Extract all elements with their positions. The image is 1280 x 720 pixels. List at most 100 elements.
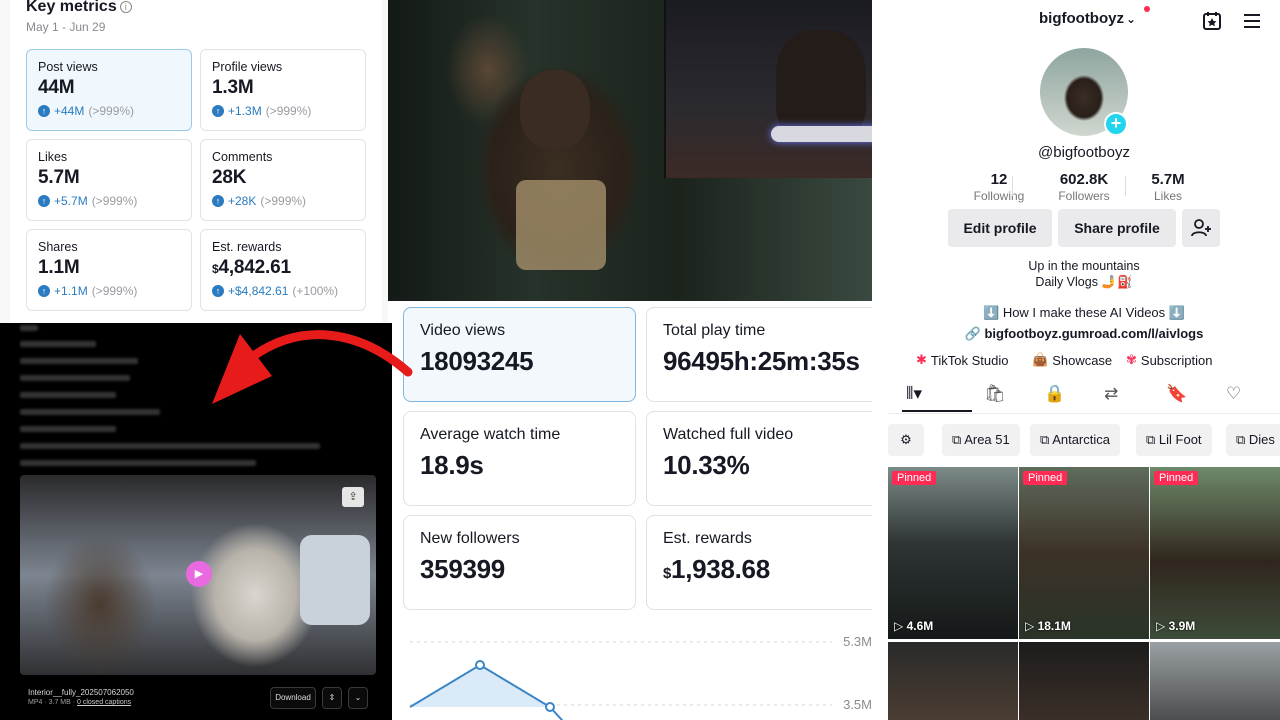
info-icon[interactable]: i <box>119 1 132 13</box>
metric-card-shares[interactable]: Shares 1.1M ↑ +1.1M (>999%) <box>26 229 192 311</box>
metric-card-likes[interactable]: Likes 5.7M ↑ +5.7M (>999%) <box>26 139 192 221</box>
videos-grid-icon[interactable]: ⦀▾ <box>906 384 922 404</box>
favorites-icon[interactable]: 🔖 <box>1166 384 1187 404</box>
collection-chip-lil-foot[interactable]: ⧉ Lil Foot <box>1136 424 1212 456</box>
video-thumbnail[interactable] <box>1019 642 1149 720</box>
stat-label: Followers <box>1058 189 1110 203</box>
arrow-up-icon: ↑ <box>212 195 224 207</box>
metric-delta: ↑ +28K (>999%) <box>212 194 354 208</box>
stat-value: 96495h:25m:35s <box>663 346 860 376</box>
edit-profile-button[interactable]: Edit profile <box>948 209 1052 247</box>
play-icon[interactable]: ▶ <box>186 561 212 587</box>
video-view-count: 3.9M <box>1156 619 1196 633</box>
metric-card-profile-views[interactable]: Profile views 1.3M ↑ +1.3M (>999%) <box>200 49 366 131</box>
collection-chip-area-51[interactable]: ⧉ Area 51 <box>942 424 1020 456</box>
blurred-text <box>20 375 130 381</box>
bio-link[interactable]: 🔗 bigfootboyz.gumroad.com/l/aivlogs <box>872 326 1280 342</box>
metric-card-post-views[interactable]: Post views 44M ↑ +44M (>999%) <box>26 49 192 131</box>
metric-label: Post views <box>38 60 98 74</box>
stat-value: 359399 <box>420 554 505 584</box>
captions-link[interactable]: 0 closed captions <box>77 699 131 706</box>
subscription-link[interactable]: ✾ Subscription <box>1126 352 1212 368</box>
stat-label: Total play time <box>663 322 766 339</box>
add-friend-icon[interactable] <box>1182 209 1220 247</box>
trend-area <box>410 665 550 707</box>
sort-icon[interactable]: ⇕ <box>322 687 342 709</box>
video-thumbnail[interactable]: Pinned 4.6M <box>888 467 1018 639</box>
bigfoot-face <box>520 70 590 150</box>
video-preview[interactable]: ▶ ⇪ <box>20 475 376 675</box>
stat-number: 5.7M <box>1151 171 1185 188</box>
download-button[interactable]: Download <box>270 687 316 709</box>
active-tab-indicator <box>902 410 972 412</box>
helicopter-window <box>300 535 370 625</box>
axis-tick: 3.5M <box>843 697 872 712</box>
add-story-icon[interactable]: + <box>1104 112 1128 136</box>
arrow-up-icon: ↑ <box>212 285 224 297</box>
metric-value: 44M <box>38 77 75 98</box>
stat-label: Following <box>973 189 1025 203</box>
chevron-down-icon: ⌄ <box>1125 12 1137 26</box>
metric-label: Likes <box>38 150 68 164</box>
stat-followers[interactable]: 602.8K Followers <box>1039 171 1129 203</box>
studio-icon: ✱ <box>916 352 927 367</box>
lock-icon[interactable]: 🔒 <box>1044 384 1065 404</box>
metric-card-comments[interactable]: Comments 28K ↑ +28K (>999%) <box>200 139 366 221</box>
pinned-badge: Pinned <box>892 471 937 485</box>
metric-delta: ↑ +44M (>999%) <box>38 104 180 118</box>
stat-card-new-followers[interactable]: New followers 359399 <box>403 515 636 610</box>
link-icon: 🔗 <box>964 326 981 341</box>
metric-value: 1.3M <box>212 77 254 98</box>
bio-line: ⬇️ How I make these AI Videos ⬇️ <box>983 305 1185 320</box>
menu-icon[interactable] <box>1241 10 1263 32</box>
liked-icon[interactable]: ♡ <box>1226 384 1241 404</box>
stat-following[interactable]: 12 Following <box>954 171 1044 203</box>
share-profile-button[interactable]: Share profile <box>1058 209 1176 247</box>
showcase-link[interactable]: 👜 Showcase <box>1032 352 1112 368</box>
creator-tools-icon[interactable] <box>1201 10 1223 32</box>
stat-label: Likes <box>1153 189 1182 203</box>
add-friend-glyph <box>1191 219 1211 237</box>
bio-line: Up in the mountains <box>1028 259 1140 273</box>
stat-likes[interactable]: 5.7M Likes <box>1123 171 1213 203</box>
chevron-down-icon[interactable]: ⌄ <box>348 687 368 709</box>
collection-chip-antarctica[interactable]: ⧉ Antarctica <box>1030 424 1120 456</box>
video-thumbnail[interactable]: Pinned 3.9M <box>1150 467 1280 639</box>
stat-card-watched-full-video[interactable]: Watched full video 10.33% <box>646 411 879 506</box>
stat-card-est-rewards[interactable]: Est. rewards $1,938.68 <box>646 515 879 610</box>
metric-label: Shares <box>38 240 78 254</box>
share-export-icon[interactable]: ⇪ <box>342 487 364 507</box>
pinned-badge: Pinned <box>1154 471 1199 485</box>
key-metrics-panel: Key metrics i May 1 - Jun 29 Post views 4… <box>0 0 388 323</box>
video-stats-panel: Video views 18093245 Total play time 964… <box>392 301 888 720</box>
collection-chip-dies[interactable]: ⧉ Dies <box>1226 424 1280 456</box>
video-thumbnail[interactable]: Pinned 18.1M <box>1019 467 1149 639</box>
arrow-up-icon: ↑ <box>38 105 50 117</box>
video-thumbnail[interactable] <box>1150 642 1280 720</box>
divider <box>1012 176 1013 196</box>
trend-point[interactable] <box>545 702 555 712</box>
notification-dot <box>1144 6 1151 12</box>
tiktok-studio-link[interactable]: ✱ TikTok Studio <box>916 352 1008 368</box>
blurred-text <box>20 341 96 347</box>
repost-icon[interactable]: ⇄ <box>1104 384 1118 404</box>
tiktok-profile: bigfootboyz ⌄ + @bigfootboyz 12 Following… <box>872 0 1280 720</box>
shopping-bag-icon[interactable]: 🛍 <box>984 384 1006 404</box>
metric-delta: ↑ +1.3M (>999%) <box>212 104 354 118</box>
stat-card-video-views[interactable]: Video views 18093245 <box>403 307 636 402</box>
blurred-text <box>20 358 138 364</box>
collection-icon: ⧉ <box>1146 432 1159 447</box>
trend-point[interactable] <box>475 660 485 670</box>
metric-delta: ↑ +$4,842.61 (+100%) <box>212 284 354 298</box>
profile-username-switcher[interactable]: bigfootboyz ⌄ <box>1039 6 1151 27</box>
stat-card-total-play-time[interactable]: Total play time 96495h:25m:35s <box>646 307 879 402</box>
collections-settings-icon[interactable]: ⚙ <box>888 424 924 456</box>
bio-line: Daily Vlogs 🤳⛽ <box>1035 275 1133 289</box>
download-panel: ▶ ⇪ Interior__fully_202507062050 MP4 · 3… <box>0 323 392 720</box>
file-name: Interior__fully_202507062050 <box>28 688 134 697</box>
metric-card-est-rewards[interactable]: Est. rewards $4,842.61 ↑ +$4,842.61 (+100%… <box>200 229 366 311</box>
video-thumbnail[interactable] <box>888 642 1018 720</box>
stat-number: 12 <box>990 171 1008 188</box>
stat-card-average-watch-time[interactable]: Average watch time 18.9s <box>403 411 636 506</box>
metric-label: Est. rewards <box>212 240 282 254</box>
